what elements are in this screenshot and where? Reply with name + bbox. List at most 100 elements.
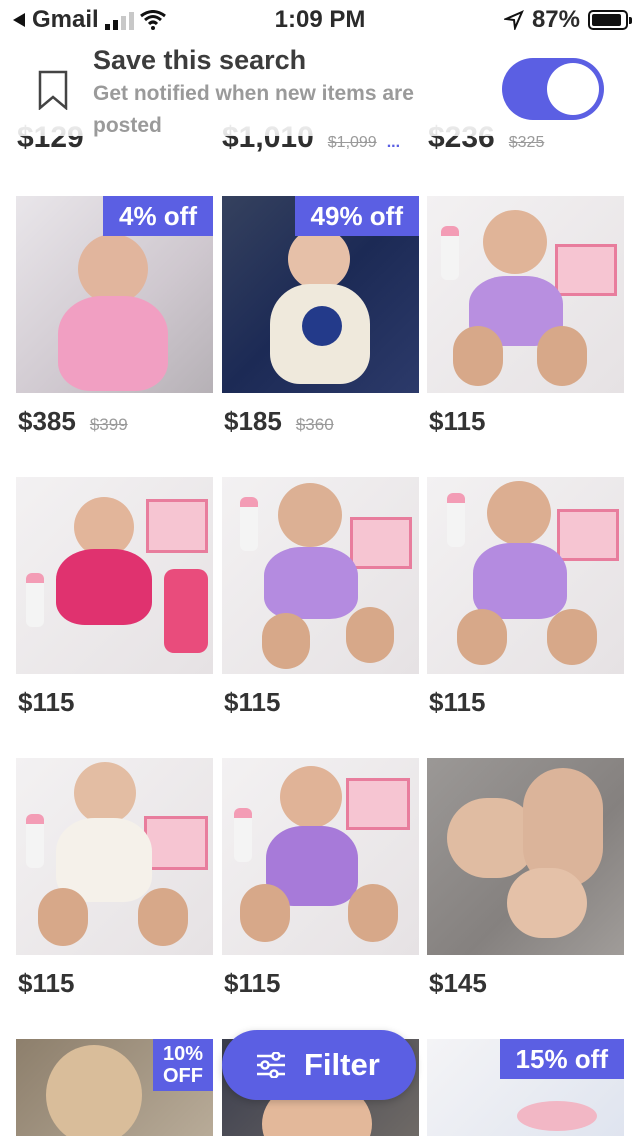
bottle-icon (240, 497, 258, 551)
discount-badge: 4% off (103, 196, 213, 236)
bookmark-icon[interactable] (38, 70, 68, 110)
doll-leg (453, 326, 503, 386)
doll-certificate-card (555, 244, 617, 296)
doll-head (483, 210, 547, 274)
doll-leg (262, 613, 310, 669)
bottle-icon (26, 814, 44, 868)
listing-price: $385 $399 (18, 406, 128, 437)
battery-icon (588, 10, 632, 30)
listing-price: $115 (224, 968, 280, 999)
doll-outfit (264, 547, 358, 619)
listing-image[interactable] (222, 477, 419, 674)
bottle-icon (234, 808, 252, 862)
listing-price: $115 (18, 687, 74, 718)
status-right: 87% (503, 6, 632, 34)
badge-line: 10% (162, 1043, 203, 1065)
doll-leg (38, 888, 88, 946)
doll-leg (240, 884, 290, 942)
filter-button[interactable]: Filter (222, 1030, 416, 1100)
discount-badge: 49% off (294, 196, 419, 236)
status-bar: Gmail 1:09 PM 87% (0, 0, 640, 40)
doll-head (74, 497, 134, 557)
listing-image[interactable]: 4% off (16, 196, 213, 393)
bottle-icon (26, 573, 44, 627)
doll-head (78, 234, 148, 304)
listing-price: $115 (429, 687, 485, 718)
doll-head (288, 228, 350, 290)
listing-price: $115 (224, 687, 280, 718)
original-price: $325 (508, 134, 545, 151)
price: $115 (18, 968, 75, 998)
doll-certificate-card (557, 509, 619, 561)
doll-leg (138, 888, 188, 946)
doll-outfit (473, 543, 567, 619)
listing-card[interactable]: $115 (16, 477, 213, 717)
price: $115 (224, 968, 281, 998)
listing-card[interactable]: 4% off $385 $399 (16, 196, 213, 436)
pacifier (517, 1101, 597, 1131)
price: $185 (224, 406, 282, 436)
listing-image[interactable] (427, 196, 624, 393)
doll-certificate-card (144, 816, 208, 870)
listing-image[interactable]: 15% off (427, 1039, 624, 1136)
save-search-title: Save this search (93, 45, 307, 75)
save-search-banner: Save this search Get notified when new i… (0, 40, 640, 137)
doll-leg (348, 884, 398, 942)
listing-card[interactable]: $115 (222, 758, 419, 998)
listing-image[interactable] (427, 758, 624, 955)
doll-outfit (58, 296, 168, 391)
filter-label: Filter (304, 1047, 380, 1082)
price: $115 (429, 687, 486, 717)
listing-card[interactable]: $115 (16, 758, 213, 998)
listing-image[interactable] (16, 477, 213, 674)
original-price: $360 (295, 415, 334, 434)
discount-badge: 15% off (499, 1039, 624, 1079)
battery-percent: 87% (531, 6, 580, 33)
listing-image[interactable] (222, 758, 419, 955)
listing-price: $115 (429, 406, 485, 437)
sliders-icon (257, 1052, 285, 1078)
doll-certificate-card (146, 499, 208, 553)
doll-leg (507, 868, 587, 938)
listing-card[interactable]: $115 (222, 477, 419, 717)
pink-blanket (164, 569, 208, 653)
listing-card[interactable]: $115 (427, 196, 624, 436)
doll-outfit (56, 549, 152, 625)
doll-leg (547, 609, 597, 665)
listing-card[interactable]: 15% off (427, 1039, 624, 1136)
listing-price: $145 (429, 968, 487, 999)
doll-leg (537, 326, 587, 386)
save-search-subtitle: Get notified when new items are posted (93, 82, 414, 137)
doll-head (278, 483, 342, 547)
plush-toy (302, 306, 342, 346)
bottle-icon (441, 226, 459, 280)
original-price: $399 (89, 415, 128, 434)
price: $385 (18, 406, 76, 436)
doll-certificate-card (350, 517, 412, 569)
listing-card[interactable]: 10% OFF (16, 1039, 213, 1136)
save-search-toggle[interactable] (502, 58, 604, 120)
doll-certificate-card (346, 778, 410, 830)
location-arrow-icon (503, 10, 524, 30)
listing-price: $115 (18, 968, 74, 999)
bottle-icon (447, 493, 465, 547)
listing-card[interactable]: 49% off $185 $360 (222, 196, 419, 436)
listing-card[interactable]: $145 (427, 758, 624, 998)
price: $115 (224, 687, 281, 717)
doll-head (280, 766, 342, 828)
listing-image[interactable]: 10% OFF (16, 1039, 213, 1136)
toggle-knob (547, 63, 599, 115)
doll-head (487, 481, 551, 545)
doll-head (74, 762, 136, 824)
listing-card[interactable]: $115 (427, 477, 624, 717)
listing-image[interactable] (16, 758, 213, 955)
discount-badge: 10% OFF (152, 1039, 213, 1091)
badge-line: OFF (162, 1065, 203, 1087)
doll-leg (346, 607, 394, 663)
listing-image[interactable]: 49% off (222, 196, 419, 393)
doll-leg (457, 609, 507, 665)
price: $145 (429, 968, 487, 998)
price: $115 (429, 406, 486, 436)
listing-image[interactable] (427, 477, 624, 674)
listing-price: $185 $360 (224, 406, 334, 437)
